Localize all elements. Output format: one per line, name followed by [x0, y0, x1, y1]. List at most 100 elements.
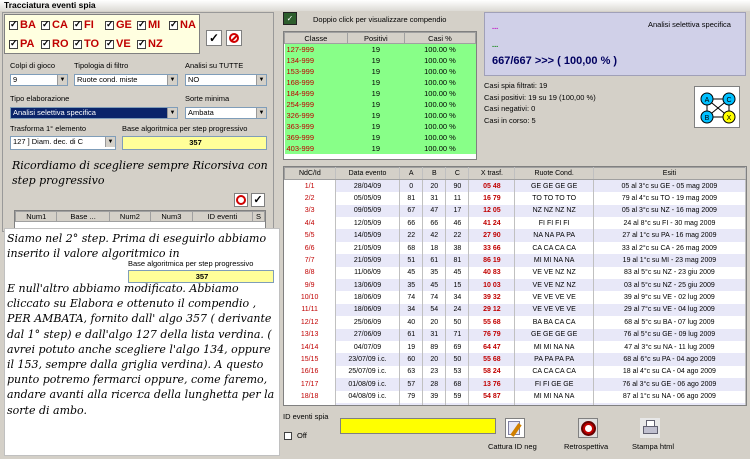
compendio-cell: 403-999 — [286, 143, 315, 153]
table-cell: 51 — [399, 254, 424, 267]
chevron-down-icon: ▼ — [167, 75, 177, 85]
table-cell: 13 76 — [468, 378, 516, 391]
table-row[interactable]: 11/11 18/06/09 34 54 24 29 12 VE VE VE VE 29 al… — [284, 303, 746, 317]
events-col-header[interactable]: A — [399, 167, 424, 181]
compendio-col-header[interactable]: Classe — [284, 32, 348, 44]
checkbox-pa[interactable] — [9, 38, 18, 49]
compendio-row[interactable]: 153-999 19 100.00 % — [284, 65, 476, 77]
table-row[interactable]: 12/12 25/06/09 40 20 50 55 68 BA BA CA CA 68 al… — [284, 316, 746, 329]
checkbox-ve[interactable] — [105, 38, 114, 49]
events-col-header[interactable]: Ruote Cond. — [514, 167, 594, 181]
wheel-label-mi: MI — [148, 19, 161, 31]
table-row[interactable]: 6/6 21/05/09 68 18 38 33 66 CA CA CA CA 33 al 2… — [284, 241, 746, 255]
compendio-cell: 153-999 — [286, 66, 315, 76]
compendio-row[interactable]: 127-999 19 100.00 % — [284, 43, 476, 55]
compendio-row[interactable]: 184-999 19 100.00 % — [284, 87, 476, 99]
events-col-header[interactable]: B — [422, 167, 447, 181]
checkbox-mi[interactable] — [137, 19, 146, 30]
events-table[interactable]: NdC/Id Data evento A B C X trasf. Ruote Cond. E… — [283, 166, 747, 406]
events-col-header[interactable]: Esiti — [592, 167, 746, 181]
cattura-button[interactable]: Cattura ID neg — [488, 442, 537, 451]
table-row[interactable]: 5/5 14/05/09 22 42 22 27 90 NA NA PA PA 27 al 1… — [284, 229, 746, 242]
events-col-header[interactable]: NdC/Id — [284, 167, 336, 181]
checkbox-nz[interactable] — [137, 38, 146, 49]
table-row[interactable]: 15/15 23/07/09 i.c. 60 20 50 55 68 PA PA PA PA… — [284, 353, 746, 366]
table-row[interactable]: 9/9 13/06/09 35 45 15 10 03 VE VE NZ NZ 03 al 5… — [284, 279, 746, 292]
compendio-cell: 19 — [371, 143, 380, 153]
events-col-header[interactable]: Data evento — [334, 167, 401, 181]
tipo-select[interactable]: Analisi selettiva specifica ▼ — [10, 107, 178, 119]
checkbox-fi[interactable] — [73, 19, 82, 30]
compendio-icon[interactable]: ✓ — [283, 12, 297, 25]
compendio-row[interactable]: 403-999 19 100.00 % — [284, 142, 476, 154]
table-cell: 86 19 — [468, 254, 516, 267]
checkbox-na[interactable] — [169, 19, 178, 30]
compendio-table[interactable]: Classe Positivi Casi % 127-999 19 100.00 % 13… — [283, 31, 477, 160]
stats-block: Casi spia filtrati: 19 Casi positivi: 19 … — [484, 80, 684, 126]
table-cell: 24 — [445, 303, 470, 317]
checkbox-ca[interactable] — [41, 19, 50, 30]
events-col-header[interactable]: X trasf. — [468, 167, 516, 181]
mini-col-header[interactable]: Num3 — [150, 211, 193, 222]
base-input[interactable]: 357 — [122, 136, 267, 150]
table-cell: 18/18 — [284, 390, 336, 403]
table-row[interactable]: 19/1904/08/09 i.c.66265631 44VE VE VE VE… — [284, 402, 746, 405]
table-cell: 2/2 — [284, 192, 336, 205]
id-eventi-input[interactable] — [340, 418, 496, 434]
mini-col-header[interactable]: Base ... — [56, 211, 110, 222]
table-cell: 44 al 2°c su VE - 07 ago 2009 — [593, 402, 746, 405]
table-cell: 41 24 — [468, 217, 516, 230]
compendio-row[interactable]: 134-999 19 100.00 % — [284, 54, 476, 66]
off-checkbox[interactable] — [284, 432, 292, 440]
trasforma-select[interactable]: 127 ] Diam. dec. di C ▼ — [10, 136, 116, 150]
stampa-button[interactable]: Stampa html — [632, 442, 674, 451]
table-row[interactable]: 7/7 21/05/09 51 61 81 86 19 MI MI NA NA 19 al 1… — [284, 254, 746, 267]
compendio-col-header[interactable]: Positivi — [346, 32, 405, 44]
retro-icon[interactable] — [578, 418, 598, 438]
retrospettiva-button[interactable]: Retrospettiva — [564, 442, 608, 451]
compendio-row[interactable]: 369-999 19 100.00 % — [284, 131, 476, 143]
compendio-col-header[interactable]: Casi % — [403, 32, 476, 44]
table-row[interactable]: 16/16 25/07/09 i.c. 63 23 53 58 24 CA CA CA CA… — [284, 365, 746, 379]
compendio-row[interactable]: 326-999 19 100.00 % — [284, 109, 476, 121]
analisi-select[interactable]: NO ▼ — [185, 74, 267, 86]
table-row[interactable]: 13/13 27/06/09 61 31 71 76 79 GE GE GE GE 76 al… — [284, 328, 746, 341]
confirm-check-button[interactable]: ✓ — [206, 30, 222, 46]
checkbox-to[interactable] — [73, 38, 82, 49]
table-cell: 05 48 — [468, 179, 516, 193]
table-row[interactable]: 4/4 12/05/09 66 66 46 41 24 FI FI FI FI 24 al 8… — [284, 217, 746, 230]
pencil-icon[interactable] — [505, 418, 525, 438]
table-row[interactable]: 18/18 04/08/09 i.c. 79 39 59 54 87 MI MI NA NA… — [284, 390, 746, 403]
table-row[interactable]: 14/14 04/07/09 19 89 69 64 47 MI MI NA NA 47 al… — [284, 340, 746, 354]
abcx-diagram[interactable]: A C B X — [694, 86, 740, 128]
checkbox-ge[interactable] — [105, 19, 114, 30]
sorte-select[interactable]: Ambata ▼ — [185, 107, 267, 119]
table-row[interactable]: 10/10 18/06/09 74 74 34 39 32 VE VE VE VE 39 al… — [284, 291, 746, 304]
events-col-header[interactable]: C — [445, 167, 470, 181]
checkbox-ro[interactable] — [41, 38, 50, 49]
table-row[interactable]: 8/8 11/06/09 45 35 45 40 83 VE VE NZ NZ 83 al 5… — [284, 266, 746, 280]
table-cell: 28/04/09 — [335, 179, 401, 193]
tipologia-select[interactable]: Ruote cond. miste ▼ — [74, 74, 178, 86]
mini-col-header[interactable]: ID eventi — [191, 211, 254, 222]
cancel-icon[interactable] — [226, 30, 242, 46]
table-row[interactable]: 17/17 01/08/09 i.c. 57 28 68 13 76 FI FI GE GE… — [284, 378, 746, 391]
table-cell: 16/16 — [284, 365, 336, 379]
cancel-icon[interactable] — [234, 193, 248, 207]
printer-icon[interactable] — [640, 418, 660, 438]
base-label: Base algoritmica per step progressivo — [122, 124, 248, 133]
table-row[interactable]: 1/1 28/04/09 0 20 90 05 48 GE GE GE GE 05 al 3°… — [284, 179, 746, 193]
table-row[interactable]: 2/2 05/05/09 81 31 11 16 79 TO TO TO TO 79 al 4… — [284, 192, 746, 205]
mini-col-header[interactable]: S — [252, 211, 265, 222]
mini-col-header[interactable]: Num1 — [14, 211, 58, 222]
table-row[interactable]: 3/3 09/05/09 67 47 17 12 05 NZ NZ NZ NZ 05 al 3… — [284, 204, 746, 218]
compendio-row[interactable]: 363-999 19 100.00 % — [284, 120, 476, 132]
compendio-row[interactable]: 168-999 19 100.00 % — [284, 76, 476, 88]
compendio-cell: 19 — [371, 110, 380, 120]
compendio-row[interactable]: 254-999 19 100.00 % — [284, 98, 476, 110]
confirm-check-button[interactable]: ✓ — [251, 193, 265, 207]
colpi-select[interactable]: 9 ▼ — [10, 74, 68, 86]
mini-col-header[interactable]: Num2 — [108, 211, 152, 222]
checkbox-ba[interactable] — [9, 19, 18, 30]
table-cell: 25/06/09 — [335, 316, 401, 329]
